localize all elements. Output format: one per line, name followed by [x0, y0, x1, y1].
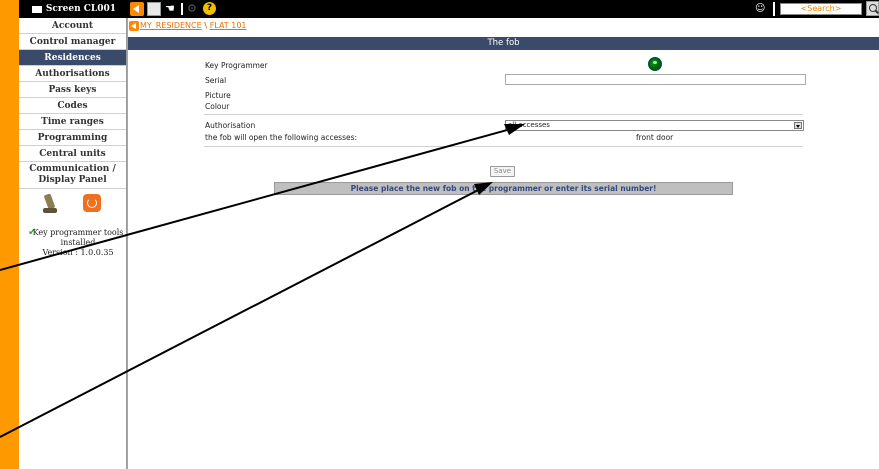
picture-label: Picture: [205, 91, 231, 100]
serial-label: Serial: [205, 76, 227, 85]
sidebar-item-pass-keys[interactable]: Pass keys: [19, 82, 126, 98]
programmer-status: Key programmer tools installed Version :…: [24, 228, 124, 258]
breadcrumb-links: MY_RESIDENCE \ FLAT 101: [140, 20, 247, 32]
breadcrumb-link-residence[interactable]: MY_RESIDENCE: [140, 21, 202, 30]
help-icon[interactable]: ?: [203, 2, 216, 15]
sidebar-item-communication-display-panel[interactable]: Communication / Display Panel: [19, 162, 126, 189]
divider: [204, 146, 802, 147]
sidebar-item-residences[interactable]: Residences: [19, 50, 126, 66]
colour-label: Colour: [205, 102, 230, 111]
sidebar-item-account[interactable]: Account: [19, 18, 126, 34]
monitor-icon: [31, 5, 42, 13]
power-icon[interactable]: [83, 194, 101, 212]
access-value: front door: [636, 133, 674, 142]
sidebar-item-central-units[interactable]: Central units: [19, 146, 126, 162]
window-icon[interactable]: [147, 2, 161, 16]
back-arrow-icon[interactable]: [129, 21, 139, 31]
save-button[interactable]: Save: [490, 166, 515, 177]
screen-title-label: Screen CL001: [45, 4, 117, 14]
search-input[interactable]: <Search>: [780, 3, 862, 15]
divider: [204, 114, 802, 115]
section-header: The fob: [128, 37, 879, 50]
authorisation-select[interactable]: all accesses: [505, 120, 804, 131]
search-icon[interactable]: [866, 1, 879, 16]
sidebar-item-control-manager[interactable]: Control manager: [19, 34, 126, 50]
back-arrow-icon[interactable]: [130, 2, 144, 16]
version-text: Version : 1.0.0.35: [42, 248, 114, 257]
tools-icon[interactable]: ⚙: [187, 2, 199, 16]
breadcrumb-separator: \: [204, 21, 208, 30]
serial-input[interactable]: [505, 74, 806, 85]
left-gutter: [0, 0, 19, 469]
programmer-status-led-icon: [648, 57, 662, 71]
app-window: Screen CL001 ☚ ⚙ ? ☺ <Search> Account Co…: [0, 0, 879, 469]
hand-icon[interactable]: ☚: [165, 2, 177, 16]
key-programmer-label: Key Programmer: [205, 61, 268, 70]
breadcrumb-link-flat[interactable]: FLAT 101: [210, 21, 247, 30]
toolbar-separator: [773, 2, 775, 16]
authorisation-select-value: all accesses: [508, 121, 550, 129]
sidebar-tool-icons: [19, 191, 127, 221]
user-icon[interactable]: ☺: [755, 2, 768, 16]
opens-accesses-label: the fob will open the following accesses…: [205, 133, 358, 142]
sidebar-item-authorisations[interactable]: Authorisations: [19, 66, 126, 82]
programmer-status-text: Key programmer tools installed: [32, 228, 124, 247]
main-panel: MY_RESIDENCE \ FLAT 101 The fob Key Prog…: [128, 18, 879, 469]
authorisation-label: Authorisation: [205, 121, 256, 130]
top-toolbar: Screen CL001 ☚ ⚙ ? ☺ <Search>: [19, 0, 879, 18]
screen-title: Screen CL001: [19, 0, 129, 18]
chevron-down-icon[interactable]: [794, 122, 802, 129]
toolbar-separator: [181, 3, 183, 15]
sidebar-item-codes[interactable]: Codes: [19, 98, 126, 114]
sidebar-item-programming[interactable]: Programming: [19, 130, 126, 146]
instruction-message: Please place the new fob on the programm…: [274, 182, 733, 195]
sidebar: Account Control manager Residences Autho…: [19, 18, 127, 469]
pencil-icon[interactable]: [43, 193, 57, 214]
sidebar-item-time-ranges[interactable]: Time ranges: [19, 114, 126, 130]
